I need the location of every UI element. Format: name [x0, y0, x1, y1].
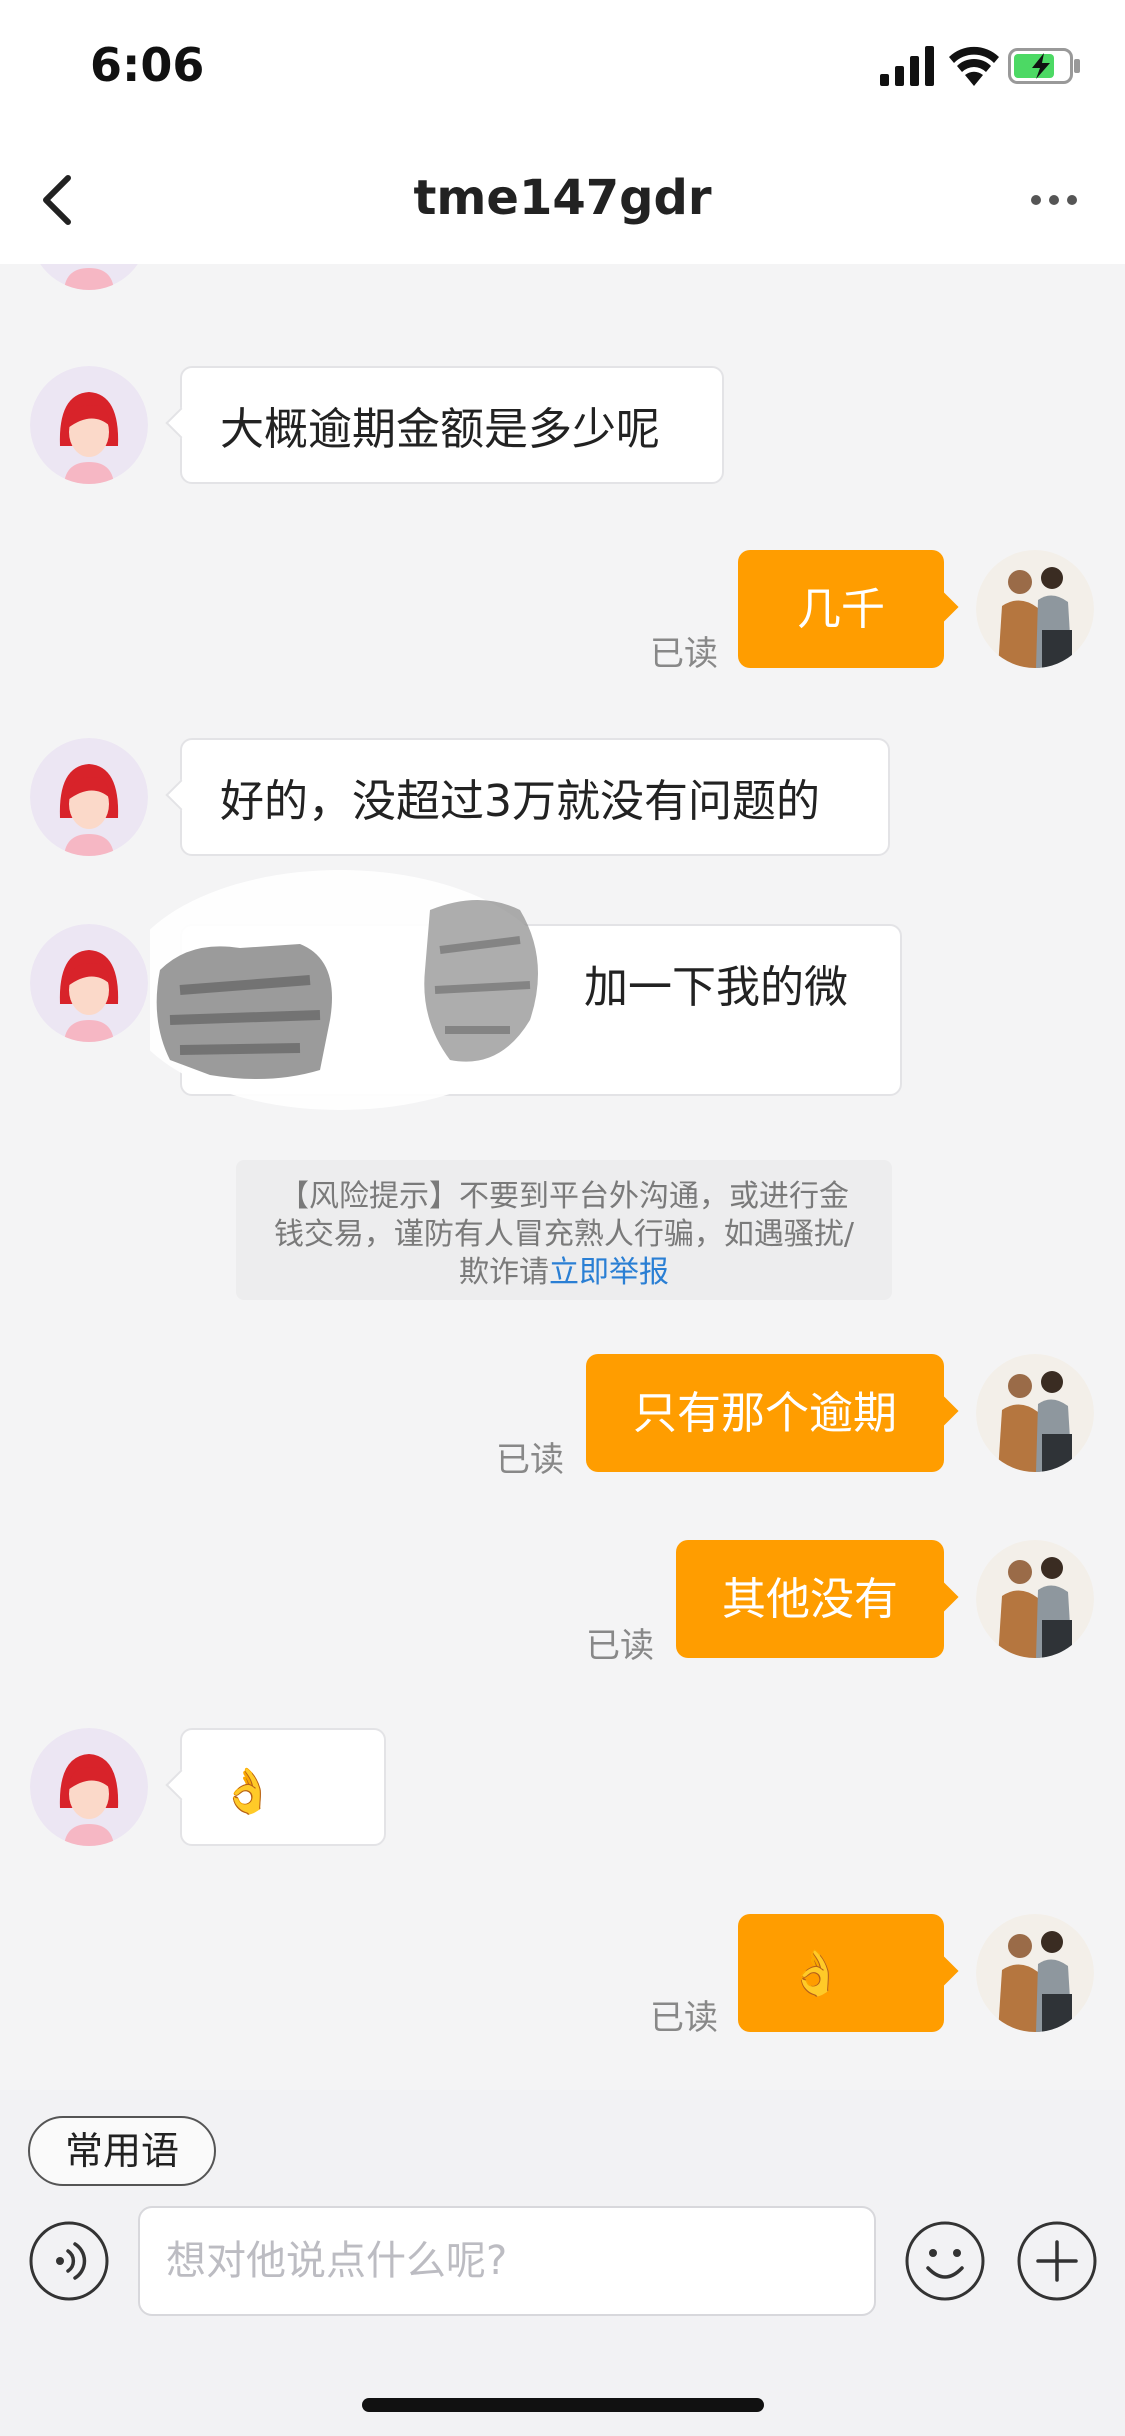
outgoing-message[interactable]: 其他没有	[676, 1540, 944, 1658]
report-link[interactable]: 立即举报	[549, 1255, 669, 1290]
incoming-message[interactable]: 好的，没超过3万就没有问题的	[180, 738, 890, 856]
risk-notice: 【风险提示】不要到平台外沟通，或进行金 钱交易，谨防有人冒充熟人行骗，如遇骚扰/…	[236, 1160, 892, 1300]
user-avatar[interactable]	[976, 550, 1094, 668]
battery-icon	[1008, 48, 1080, 84]
contact-avatar[interactable]	[30, 264, 148, 290]
outgoing-message[interactable]: 👌	[738, 1914, 944, 2032]
message-list[interactable]: 大概逾期金额是多少呢 已读 几千 好的，没超过3万就没有问题的 加一下我的微 【…	[0, 264, 1125, 2090]
status-time: 6:06	[90, 38, 205, 92]
contact-avatar[interactable]	[30, 924, 148, 1042]
notice-line-2: 钱交易，谨防有人冒充熟人行骗，如遇骚扰/	[273, 1217, 855, 1252]
outgoing-message[interactable]: 几千	[738, 550, 944, 668]
signal-icon	[880, 46, 934, 86]
home-indicator	[362, 2398, 764, 2412]
page-title: tme147gdr	[413, 170, 712, 226]
incoming-message[interactable]: 大概逾期金额是多少呢	[180, 366, 724, 484]
message-text: 加一下我的微	[584, 962, 848, 1013]
voice-icon[interactable]	[28, 2220, 110, 2302]
user-avatar[interactable]	[976, 1540, 1094, 1658]
incoming-message[interactable]: 加一下我的微	[180, 924, 902, 1096]
contact-avatar[interactable]	[30, 1728, 148, 1846]
contact-avatar[interactable]	[30, 366, 148, 484]
user-avatar[interactable]	[976, 1914, 1094, 2032]
incoming-message[interactable]: 👌	[180, 1728, 386, 1846]
outgoing-message[interactable]: 只有那个逾期	[586, 1354, 944, 1472]
message-text: 👌	[788, 1948, 843, 1999]
plus-icon[interactable]	[1016, 2220, 1098, 2302]
more-icon[interactable]	[1030, 190, 1078, 210]
emoji-icon[interactable]	[904, 2220, 986, 2302]
top-bar: 6:06 tme147gdr	[0, 0, 1125, 264]
wifi-icon	[949, 46, 999, 86]
contact-avatar[interactable]	[30, 738, 148, 856]
input-area: 常用语 想对他说点什么呢?	[0, 2090, 1125, 2436]
user-avatar[interactable]	[976, 1354, 1094, 1472]
read-status: 已读	[650, 634, 718, 674]
message-input[interactable]: 想对他说点什么呢?	[138, 2206, 876, 2316]
common-phrases-button[interactable]: 常用语	[28, 2116, 216, 2186]
read-status: 已读	[650, 1998, 718, 2038]
read-status: 已读	[586, 1626, 654, 1666]
notice-line-3: 欺诈请	[459, 1255, 549, 1290]
chat-screen: 6:06 tme147gdr 大概逾期金额是多少呢 已读 几千 好的，没超过3万…	[0, 0, 1125, 2436]
read-status: 已读	[496, 1440, 564, 1480]
notice-line-1: 【风险提示】不要到平台外沟通，或进行金	[279, 1179, 849, 1214]
